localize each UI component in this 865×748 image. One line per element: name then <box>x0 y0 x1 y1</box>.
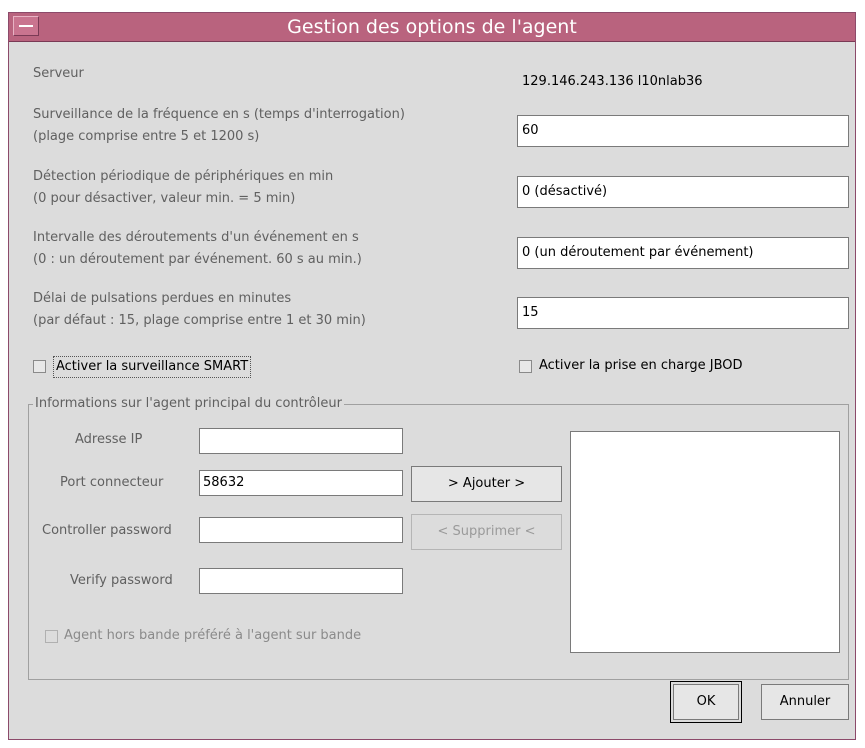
verify-password-input[interactable] <box>199 568 403 594</box>
controller-password-label: Controller password <box>42 523 172 538</box>
discovery-label-line2: (0 pour désactiver, valeur min. = 5 min) <box>33 191 296 206</box>
out-of-band-label[interactable]: Agent hors bande préféré à l'agent sur b… <box>64 626 361 646</box>
poll-label-line2: (plage comprise entre 5 et 1200 s) <box>33 129 260 144</box>
smart-monitoring-checkbox[interactable] <box>33 360 46 373</box>
discovery-label-line1: Détection périodique de périphériques en… <box>33 169 334 184</box>
cancel-button[interactable]: Annuler <box>761 684 849 720</box>
controller-agent-list[interactable] <box>570 431 840 653</box>
jbod-support-label[interactable]: Activer la prise en charge JBOD <box>539 356 743 376</box>
add-button[interactable]: > Ajouter > <box>411 466 562 502</box>
remove-button[interactable]: < Supprimer < <box>411 514 562 550</box>
connector-port-label: Port connecteur <box>60 475 164 490</box>
trap-interval-input[interactable]: 0 (un déroutement par événement) <box>517 237 849 269</box>
heartbeat-timeout-input[interactable]: 15 <box>517 297 849 329</box>
ip-address-input[interactable] <box>199 428 403 454</box>
smart-monitoring-label[interactable]: Activer la surveillance SMART <box>53 356 252 378</box>
ip-address-label: Adresse IP <box>75 432 143 447</box>
controller-agent-group-title: Informations sur l'agent principal du co… <box>33 394 344 414</box>
server-value: 129.146.243.136 l10nlab36 <box>522 74 703 89</box>
heartbeat-label-line2: (par défaut : 15, plage comprise entre 1… <box>33 313 366 328</box>
trap-label-line1: Intervalle des déroutements d'un événeme… <box>33 230 359 245</box>
ok-button[interactable]: OK <box>670 681 742 723</box>
server-label: Serveur <box>33 66 84 81</box>
verify-password-label: Verify password <box>70 573 173 588</box>
title-bar[interactable]: Gestion des options de l'agent <box>9 13 855 42</box>
heartbeat-label-line1: Délai de pulsations perdues en minutes <box>33 291 292 306</box>
poll-label-line1: Surveillance de la fréquence en s (temps… <box>33 107 405 122</box>
window-title: Gestion des options de l'agent <box>287 16 577 38</box>
jbod-support-checkbox[interactable] <box>519 360 532 373</box>
out-of-band-checkbox[interactable] <box>45 630 58 643</box>
connector-port-input[interactable]: 58632 <box>199 470 403 496</box>
controller-password-input[interactable] <box>199 517 403 543</box>
discovery-interval-input[interactable]: 0 (désactivé) <box>517 176 849 208</box>
poll-frequency-input[interactable]: 60 <box>517 115 849 147</box>
trap-label-line2: (0 : un déroutement par événement. 60 s … <box>33 252 362 267</box>
